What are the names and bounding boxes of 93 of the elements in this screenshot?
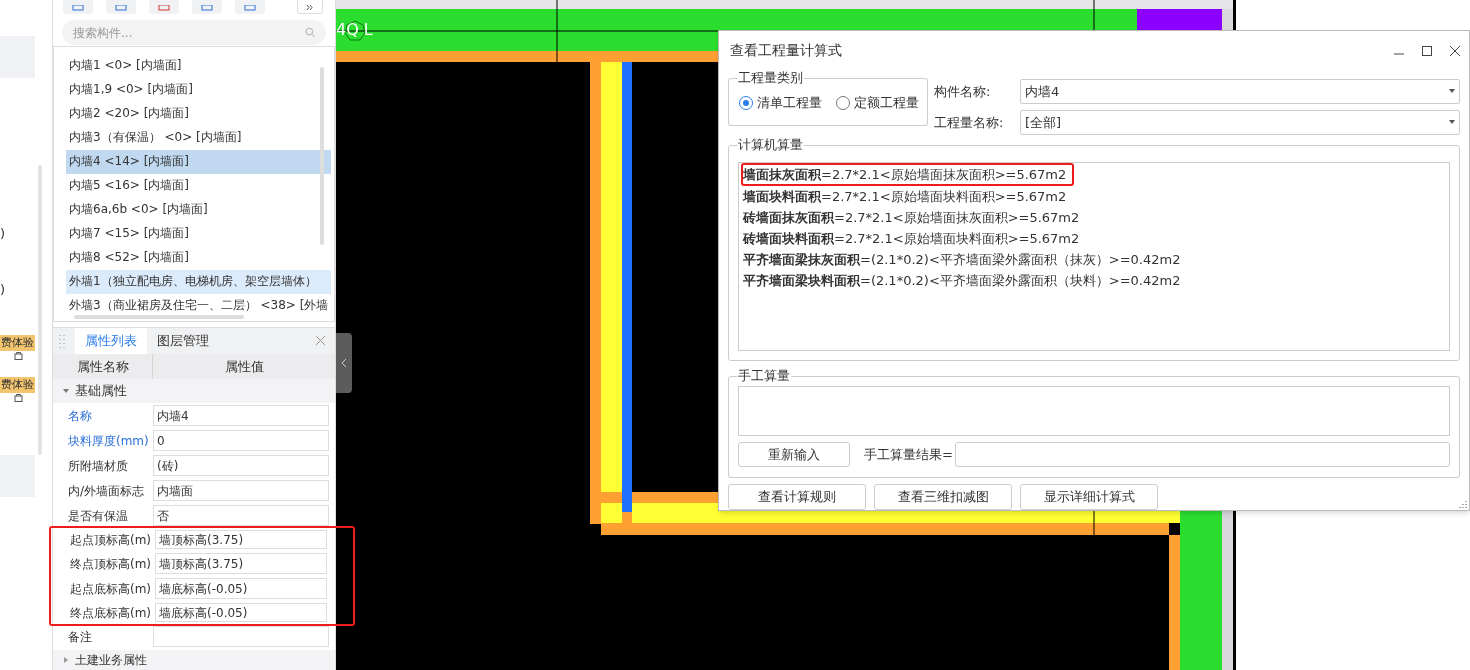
dialog-title: 查看工程量计算式 <box>730 41 842 61</box>
panel-tab[interactable]: 图层管理 <box>147 327 219 355</box>
document-icon <box>115 4 127 11</box>
caret-icon <box>63 388 69 394</box>
property-name: 所附墙材质 <box>67 457 129 475</box>
caret-icon <box>1449 120 1455 125</box>
field-label: 工程量名称: <box>934 113 1005 132</box>
search-field[interactable]: 搜索构件... <box>62 19 326 46</box>
lock-icon <box>14 351 23 360</box>
component-item[interactable]: 内墙6a,6b <0> [内墙面] <box>66 198 331 223</box>
manual-input-field[interactable] <box>738 386 1450 437</box>
document-icon <box>72 4 84 11</box>
component-item[interactable]: 内墙8 <52> [内墙面] <box>66 246 331 271</box>
wall-face-shape[interactable] <box>590 62 601 524</box>
caret-icon <box>63 657 69 664</box>
document-icon <box>244 4 256 11</box>
property-name: 终点顶标高(m) <box>69 555 153 573</box>
result-field[interactable] <box>954 442 1450 468</box>
component-item[interactable]: 内墙4 <14> [内墙面] <box>66 150 331 175</box>
trial-badge: 费体验 <box>0 335 35 351</box>
formula-line: 平齐墙面梁抹灰面积=(2.1*0.2)<平齐墙面梁外露面积（抹灰）>=0.42m2 <box>742 250 1182 269</box>
collapse-tab[interactable] <box>336 333 352 393</box>
selected-wall-face[interactable] <box>622 62 632 512</box>
resize-grip-icon[interactable] <box>1459 500 1467 508</box>
formula-line: 砖墙面块料面积=2.7*2.1<原始墙面块料面积>=5.67m2 <box>741 229 1081 248</box>
field-label: 构件名称: <box>934 82 992 101</box>
wall-face-shape[interactable] <box>601 492 622 503</box>
group-legend: 手工算量 <box>737 368 791 385</box>
trial-badge: 费体验 <box>0 377 35 393</box>
document-icon <box>201 4 213 11</box>
search-icon <box>305 27 316 39</box>
dropdown-field[interactable]: [全部] <box>1020 109 1460 135</box>
group-legend: 工程量类别 <box>737 69 804 86</box>
result-label: 手工算量结果= <box>864 446 953 465</box>
component-item[interactable]: 外墙1（独立配电房、电梯机房、架空层墙体） <box>66 270 331 295</box>
component-item[interactable]: 内墙7 <15> [内墙面] <box>66 222 331 247</box>
property-value-field[interactable]: (砖) <box>153 455 329 477</box>
maximize-icon[interactable] <box>1421 44 1433 57</box>
component-item[interactable]: 外墙3（商业裙房及住宅一、二层） <38> [外墙 <box>66 294 331 319</box>
component-item[interactable]: 内墙2 <20> [内墙面] <box>66 102 331 127</box>
property-name: 终点底标高(m) <box>69 604 153 622</box>
caret-icon <box>1449 89 1455 94</box>
property-value-field[interactable]: 墙顶标高(3.75) <box>155 553 327 575</box>
panel-tab[interactable]: 属性列表 <box>75 327 147 355</box>
dialog-button[interactable]: 查看计算规则 <box>728 484 866 510</box>
property-value-field[interactable]: 墙顶标高(3.75) <box>155 530 327 550</box>
wall-face-shape[interactable] <box>601 523 622 535</box>
component-item[interactable]: 内墙1,9 <0> [内墙面] <box>66 78 331 103</box>
wall-shape[interactable] <box>601 503 622 523</box>
wall-face-shape[interactable] <box>632 523 1169 535</box>
wall-face-shape[interactable] <box>1169 535 1180 670</box>
radio-option[interactable]: 定额工程量 <box>836 93 919 113</box>
component-item[interactable]: 内墙3（有保温） <0> [内墙面] <box>66 126 331 151</box>
property-name: 内/外墙面标志 <box>67 482 146 500</box>
close-icon[interactable] <box>1449 44 1461 57</box>
property-value-field[interactable]: 否 <box>153 505 329 527</box>
lock-icon <box>14 393 23 402</box>
dialog-button[interactable]: 查看三维扣减图 <box>874 484 1012 510</box>
formula-line: 砖墙面抹灰面积=2.7*2.1<原始墙面抹灰面积>=5.67m2 <box>741 208 1081 227</box>
group-legend: 计算机算量 <box>737 136 804 153</box>
column-header: 属性值 <box>223 357 265 376</box>
truncated-text: ) <box>0 281 6 299</box>
property-value-field[interactable] <box>153 626 329 648</box>
truncated-text: ) <box>0 225 6 243</box>
component-item[interactable]: 内墙5 <16> [内墙面] <box>66 174 331 199</box>
property-name: 备注 <box>67 628 93 646</box>
document-icon <box>158 4 170 11</box>
radio-option[interactable]: 清单工程量 <box>739 93 822 113</box>
search-input[interactable]: 搜索构件... <box>73 23 306 42</box>
drag-handle-icon <box>59 333 65 348</box>
property-value-field[interactable]: 墙底标高(-0.05) <box>155 578 327 600</box>
wall-shape[interactable] <box>601 62 622 492</box>
property-value-field[interactable]: 内墙4 <box>153 405 329 427</box>
chevron-left-icon <box>341 358 347 368</box>
column-header: 属性名称 <box>53 354 153 379</box>
property-name: 起点底标高(m) <box>69 580 153 598</box>
property-value-field[interactable]: 0 <box>153 430 329 452</box>
formula-line: 墙面块料面积=2.7*2.1<原始墙面块料面积>=5.67m2 <box>741 187 1068 206</box>
group-row[interactable]: 土建业务属性 <box>53 650 335 670</box>
reset-button[interactable]: 重新输入 <box>738 442 850 468</box>
dropdown-field[interactable]: 内墙4 <box>1020 78 1460 104</box>
property-value-field[interactable]: 内墙面 <box>153 480 329 502</box>
component-item[interactable]: 内墙1 <0> [内墙面] <box>66 54 331 79</box>
property-name: 起点顶标高(m) <box>69 531 153 549</box>
property-name: 名称 <box>67 407 93 425</box>
group-row[interactable]: 基础属性 <box>53 378 335 404</box>
chevrons-right-icon <box>306 4 314 10</box>
property-name: 是否有保温 <box>67 507 129 525</box>
property-value-field[interactable]: 墙底标高(-0.05) <box>155 603 327 623</box>
dialog-button[interactable]: 显示详细计算式 <box>1020 484 1158 510</box>
axis-label: 4Q L <box>336 19 373 41</box>
formula-line: 平齐墙面梁块料面积=(2.1*0.2)<平齐墙面梁外露面积（块料）>=0.42m2 <box>742 271 1182 290</box>
property-name: 块料厚度(mm) <box>67 432 150 450</box>
